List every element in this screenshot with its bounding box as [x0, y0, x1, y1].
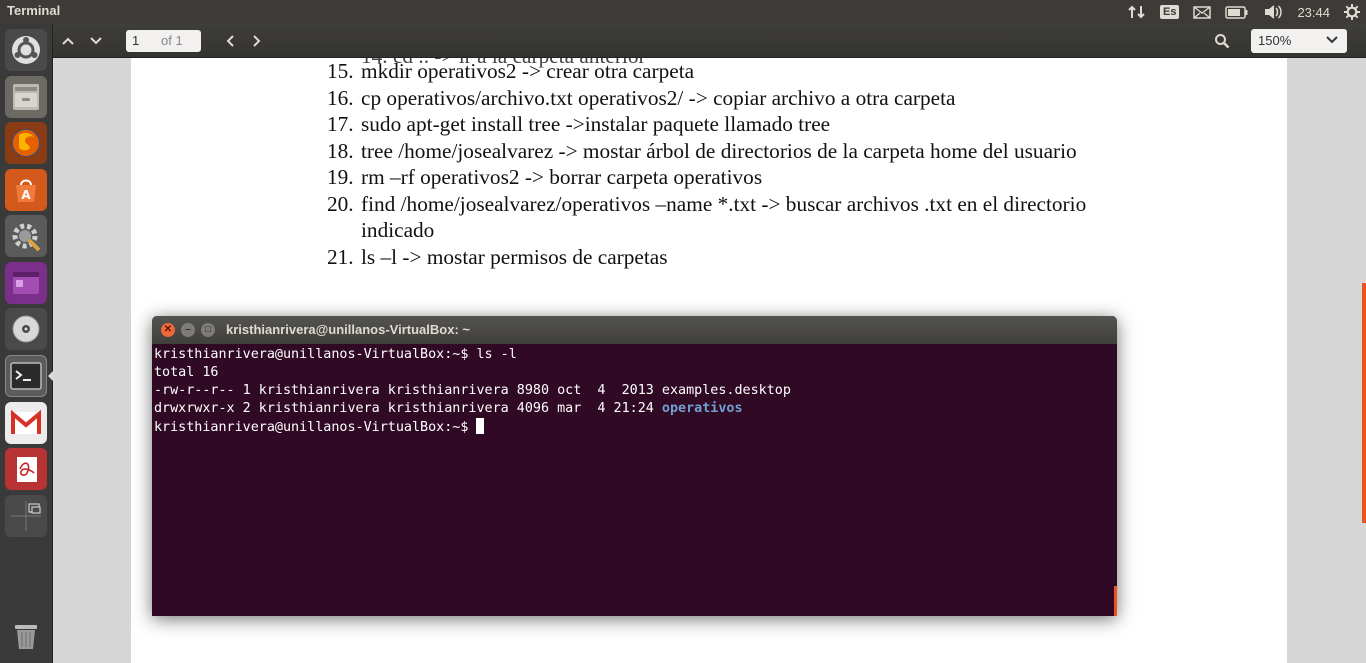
- list-item: 15. mkdir operativos2 -> crear otra carpe…: [327, 59, 695, 83]
- indicator-area: Es 23:44: [1128, 0, 1360, 24]
- terminal-prompt-line: kristhianrivera@unillanos-VirtualBox:~$: [154, 418, 791, 437]
- active-app-title: Terminal: [7, 3, 61, 18]
- clock[interactable]: 23:44: [1297, 0, 1330, 24]
- document-viewer-icon[interactable]: [5, 448, 47, 490]
- dvd-icon[interactable]: [5, 308, 47, 350]
- svg-text:A: A: [21, 188, 31, 202]
- terminal-line: -rw-r--r-- 1 kristhianrivera kristhianri…: [154, 383, 791, 398]
- terminal-output[interactable]: kristhianrivera@unillanos-VirtualBox:~$ …: [154, 346, 791, 437]
- text-cursor: [476, 418, 485, 434]
- terminal-line: drwxrwxr-x 2 kristhianrivera kristhianri…: [154, 401, 743, 416]
- resize-handle[interactable]: [1114, 586, 1117, 616]
- directory-name: operativos: [661, 401, 743, 416]
- top-panel: Terminal Es 23:44: [0, 0, 1366, 24]
- network-updown-icon[interactable]: [1128, 0, 1146, 24]
- close-icon[interactable]: ✕: [161, 323, 175, 337]
- list-item: 21. ls –l -> mostar permisos de carpetas: [327, 244, 668, 269]
- volume-icon[interactable]: [1263, 0, 1283, 24]
- trash-icon[interactable]: [5, 614, 47, 656]
- files-icon[interactable]: [5, 76, 47, 118]
- previous-page-chevron-left-icon[interactable]: [219, 30, 241, 52]
- dash-home-icon[interactable]: [5, 29, 47, 71]
- software-center-icon[interactable]: A: [5, 169, 47, 211]
- list-item: 19. rm –rf operativos2 -> borrar carpeta …: [327, 165, 763, 189]
- chevron-down-icon: [1325, 33, 1339, 48]
- list-item: 20. find /home/josealvarez/operativos –na…: [327, 191, 1087, 243]
- launcher: A: [0, 24, 53, 663]
- scrollbar-thumb[interactable]: [1362, 283, 1366, 523]
- page-current: 1: [132, 33, 140, 48]
- list-item: 16. cp operativos/archivo.txt operativos2…: [327, 85, 956, 110]
- next-page-chevron-right-icon[interactable]: [246, 30, 268, 52]
- list-item: 18. tree /home/josealvarez -> mostar árbo…: [327, 138, 1077, 163]
- workspace-app-icon[interactable]: [5, 262, 47, 304]
- terminal-icon[interactable]: [5, 355, 47, 397]
- page-total: of 1: [161, 33, 183, 48]
- previous-result-chevron-up-icon[interactable]: [57, 30, 79, 52]
- keyboard-layout-indicator[interactable]: Es: [1159, 0, 1180, 24]
- search-icon[interactable]: [1211, 30, 1233, 52]
- terminal-line: total 16: [154, 365, 219, 380]
- terminal-title: kristhianrivera@unillanos-VirtualBox: ~: [226, 322, 470, 337]
- list-item: 17. sudo apt-get install tree ->instalar …: [327, 112, 831, 136]
- minimize-icon[interactable]: –: [181, 323, 195, 337]
- firefox-icon[interactable]: [5, 122, 47, 164]
- terminal-titlebar[interactable]: ✕ – □ kristhianrivera@unillanos-VirtualB…: [152, 316, 1117, 344]
- workspace-switcher-icon[interactable]: [5, 495, 47, 537]
- next-result-chevron-down-icon[interactable]: [85, 30, 107, 52]
- terminal-window[interactable]: ✕ – □ kristhianrivera@unillanos-VirtualB…: [152, 316, 1117, 616]
- battery-icon[interactable]: [1225, 0, 1249, 24]
- gmail-icon[interactable]: [5, 402, 47, 444]
- mail-icon[interactable]: [1193, 0, 1212, 24]
- zoom-value: 150%: [1258, 33, 1292, 48]
- system-settings-icon[interactable]: [5, 215, 47, 257]
- terminal-line: kristhianrivera@unillanos-VirtualBox:~$ …: [154, 347, 517, 362]
- maximize-icon[interactable]: □: [201, 323, 215, 337]
- command-list: 14. cd .. -> ir a la carpeta anterior 15…: [327, 58, 1157, 270]
- session-gear-icon[interactable]: [1344, 0, 1360, 24]
- viewer-toolbar: 1 of 1 150%: [53, 24, 1366, 58]
- zoom-select[interactable]: 150%: [1251, 29, 1347, 53]
- page-number-field[interactable]: 1 of 1: [126, 30, 201, 52]
